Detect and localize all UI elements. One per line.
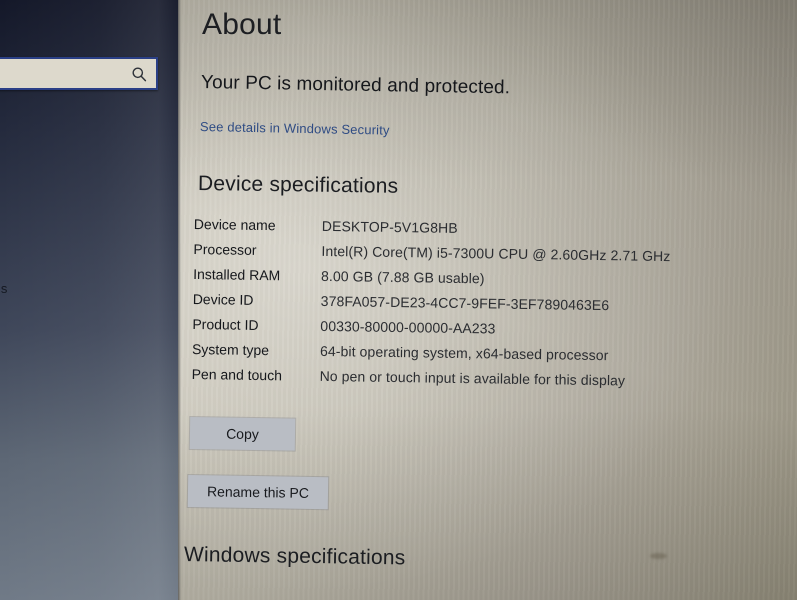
- spec-label-pen-and-touch: Pen and touch: [191, 365, 283, 384]
- settings-about-screenshot: ons About Your PC is monitored and prote…: [0, 0, 797, 600]
- spec-label-system-type: System type: [191, 340, 270, 359]
- page-title: About: [202, 8, 282, 41]
- spec-value-device-id: 378FA057-DE23-4CC7-9FEF-3EF7890463E6: [320, 292, 610, 314]
- device-specifications-table: Device name DESKTOP-5V1G8HB Processor In…: [191, 216, 754, 399]
- copy-button[interactable]: Copy: [189, 417, 296, 451]
- rename-this-pc-button[interactable]: Rename this PC: [187, 475, 329, 510]
- screen-smudge-artifact: [650, 553, 667, 559]
- spec-value-device-name: DESKTOP-5V1G8HB: [321, 217, 458, 236]
- spec-label-device-name: Device name: [193, 216, 276, 234]
- spec-label-product-id: Product ID: [192, 315, 259, 333]
- windows-specifications-heading: Windows specifications: [183, 543, 406, 570]
- spec-label-installed-ram: Installed RAM: [193, 265, 281, 284]
- sidebar-search-box[interactable]: [0, 57, 158, 90]
- search-icon[interactable]: [131, 66, 147, 82]
- spec-value-product-id: 00330-80000-00000-AA233: [320, 317, 496, 337]
- spec-value-installed-ram: 8.00 GB (7.88 GB usable): [321, 267, 485, 287]
- spec-label-processor: Processor: [193, 240, 257, 258]
- device-specifications-heading: Device specifications: [197, 172, 399, 198]
- sidebar-glare: [0, 0, 180, 600]
- settings-content-panel: About Your PC is monitored and protected…: [178, 0, 797, 600]
- spec-label-device-id: Device ID: [192, 290, 254, 308]
- protection-status-text: Your PC is monitored and protected.: [200, 72, 511, 99]
- windows-security-details-link[interactable]: See details in Windows Security: [200, 119, 390, 138]
- settings-sidebar: ons: [0, 0, 180, 600]
- spec-value-pen-and-touch: No pen or touch input is available for t…: [319, 367, 626, 389]
- sidebar-item-truncated[interactable]: ons: [0, 281, 8, 296]
- spec-value-system-type: 64-bit operating system, x64-based proce…: [319, 342, 609, 364]
